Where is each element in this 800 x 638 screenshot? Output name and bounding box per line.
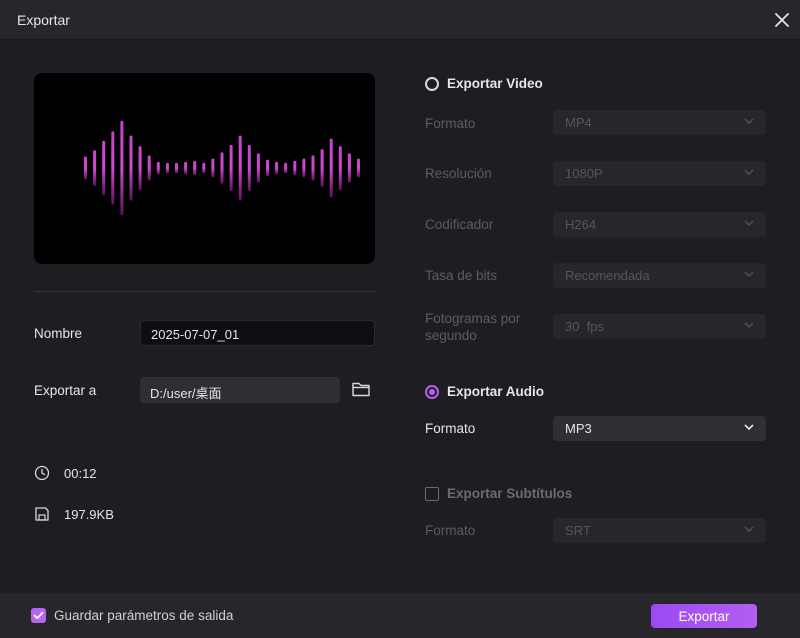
subtitles-format-value: SRT bbox=[565, 523, 591, 538]
save-disk-icon bbox=[35, 507, 49, 521]
waveform-bar bbox=[256, 153, 260, 183]
chevron-down-icon bbox=[744, 526, 754, 533]
export-video-radio[interactable] bbox=[425, 76, 439, 91]
waveform-bar bbox=[202, 162, 206, 174]
waveform-bar bbox=[302, 158, 306, 178]
waveform-bar bbox=[338, 146, 342, 191]
export-subtitles-checkbox[interactable] bbox=[425, 486, 439, 501]
audio-format-select[interactable]: MP3 bbox=[553, 416, 766, 441]
chevron-down-icon bbox=[744, 322, 754, 329]
divider bbox=[34, 291, 375, 292]
video-format-label: Formato bbox=[425, 116, 476, 131]
bitrate-value: Recomendada bbox=[565, 268, 650, 283]
close-icon[interactable] bbox=[771, 9, 793, 31]
waveform-bar bbox=[84, 156, 87, 180]
waveform-bar bbox=[320, 149, 324, 187]
waveform-bar bbox=[175, 162, 178, 174]
waveform-bar bbox=[138, 146, 142, 191]
bitrate-select[interactable]: Recomendada bbox=[553, 263, 766, 288]
waveform-bar bbox=[184, 161, 188, 175]
chevron-down-icon bbox=[744, 118, 754, 125]
waveform-bar bbox=[238, 135, 242, 201]
waveform-bar bbox=[93, 150, 97, 186]
export-audio-option[interactable]: Exportar Audio bbox=[425, 384, 544, 399]
subtitles-format-label: Formato bbox=[425, 523, 476, 538]
resolution-select[interactable]: 1080P bbox=[553, 161, 766, 186]
chevron-down-icon bbox=[744, 169, 754, 176]
chevron-down-icon bbox=[744, 220, 754, 227]
waveform-bar bbox=[247, 144, 251, 192]
export-audio-radio[interactable] bbox=[425, 384, 439, 399]
export-subtitles-label: Exportar Subtítulos bbox=[447, 486, 573, 501]
file-size-value: 197.9KB bbox=[64, 507, 114, 522]
export-subtitles-option[interactable]: Exportar Subtítulos bbox=[425, 486, 572, 501]
audio-preview bbox=[34, 73, 375, 264]
audio-format-label: Formato bbox=[425, 421, 476, 436]
title-bar: Exportar bbox=[0, 0, 800, 40]
framerate-label-line1: Fotogramas por bbox=[425, 311, 521, 326]
framerate-value: 30 fps bbox=[565, 319, 605, 334]
export-path-field[interactable]: D:/user/桌面 bbox=[140, 377, 340, 403]
resolution-value: 1080P bbox=[565, 166, 603, 181]
framerate-select[interactable]: 30 fps bbox=[553, 314, 766, 339]
waveform-bar bbox=[266, 159, 269, 177]
export-audio-label: Exportar Audio bbox=[447, 384, 545, 399]
clock-icon bbox=[34, 465, 50, 481]
video-format-value: MP4 bbox=[565, 115, 592, 130]
waveform-bar bbox=[165, 162, 169, 174]
export-button[interactable]: Exportar bbox=[651, 604, 757, 628]
waveform-bar bbox=[111, 131, 115, 205]
waveform-bar bbox=[284, 162, 288, 174]
chevron-down-icon bbox=[744, 424, 754, 431]
save-params-label: Guardar parámetros de salida bbox=[54, 608, 234, 623]
checkmark-icon bbox=[33, 611, 44, 620]
waveform-bar bbox=[347, 153, 351, 183]
waveform-bar bbox=[293, 160, 297, 176]
waveform-bar bbox=[102, 140, 106, 196]
waveform-bar bbox=[275, 161, 279, 175]
waveform-bar bbox=[220, 152, 224, 184]
video-format-select[interactable]: MP4 bbox=[553, 110, 766, 135]
waveform-bar bbox=[147, 155, 151, 181]
dialog-footer: Guardar parámetros de salida Exportar bbox=[0, 593, 800, 638]
bitrate-label: Tasa de bits bbox=[425, 268, 498, 283]
export-to-label: Exportar a bbox=[34, 383, 97, 398]
folder-icon[interactable] bbox=[351, 380, 371, 398]
window-title: Exportar bbox=[17, 12, 70, 28]
waveform-bar bbox=[229, 144, 233, 192]
framerate-label-line2: segundo bbox=[425, 328, 477, 343]
name-input[interactable]: 2025-07-07_01 bbox=[140, 320, 375, 346]
save-params-checkbox[interactable] bbox=[31, 608, 46, 623]
waveform-bar bbox=[211, 158, 215, 178]
name-label: Nombre bbox=[34, 326, 83, 341]
waveform-bar bbox=[193, 160, 197, 176]
encoder-label: Codificador bbox=[425, 217, 494, 232]
waveform-bar bbox=[311, 155, 315, 181]
waveform-bar bbox=[329, 138, 333, 198]
duration-value: 00:12 bbox=[64, 466, 97, 481]
subtitles-format-select[interactable]: SRT bbox=[553, 518, 766, 543]
waveform-bar bbox=[156, 161, 160, 175]
chevron-down-icon bbox=[744, 271, 754, 278]
waveform-bar bbox=[129, 135, 133, 201]
audio-format-value: MP3 bbox=[565, 421, 592, 436]
waveform-bar bbox=[357, 158, 360, 178]
encoder-value: H264 bbox=[565, 217, 597, 232]
resolution-label: Resolución bbox=[425, 166, 492, 181]
encoder-select[interactable]: H264 bbox=[553, 212, 766, 237]
export-video-label: Exportar Video bbox=[447, 76, 543, 91]
waveform-bar bbox=[120, 120, 124, 216]
export-video-option[interactable]: Exportar Video bbox=[425, 76, 543, 91]
dialog-body: Nombre 2025-07-07_01 Exportar a D:/user/… bbox=[0, 40, 800, 593]
audio-waveform bbox=[84, 120, 360, 216]
